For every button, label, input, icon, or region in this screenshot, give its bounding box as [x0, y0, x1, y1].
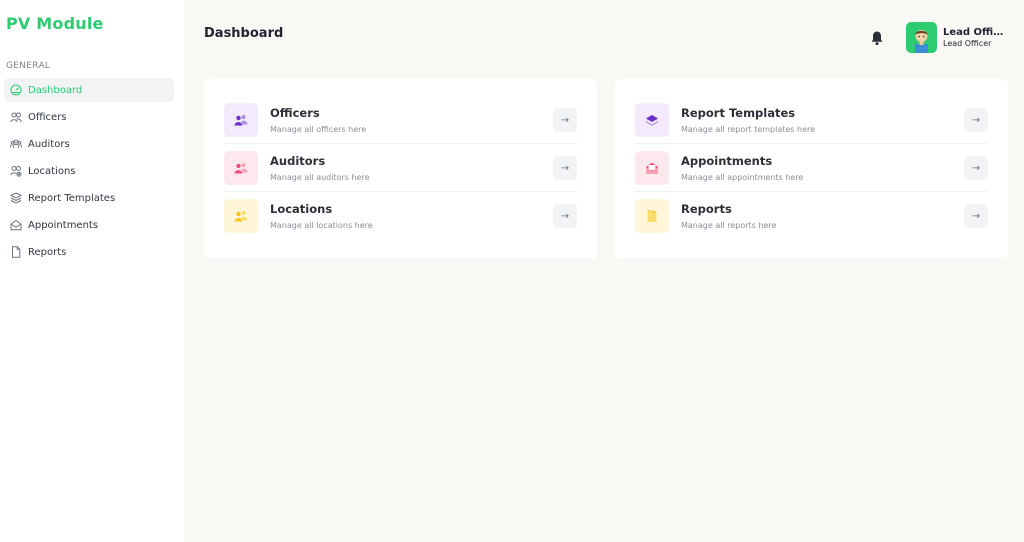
- sidebar-item-label: Auditors: [28, 138, 70, 150]
- sidebar-item-label: Dashboard: [28, 84, 83, 96]
- gauge-icon: [9, 84, 22, 97]
- row-text: Appointments Manage all appointments her…: [681, 154, 964, 182]
- officers-row[interactable]: Officers Manage all officers here →: [224, 96, 577, 144]
- user-menu[interactable]: Lead Offic... Lead Officer: [906, 22, 1005, 53]
- open-auditors-button[interactable]: →: [553, 156, 577, 180]
- row-text: Report Templates Manage all report templ…: [681, 106, 964, 134]
- sidebar: PV Module GENERAL Dashboard Officers Aud…: [0, 0, 184, 542]
- user-info: Lead Offic... Lead Officer: [943, 27, 1005, 48]
- row-text: Officers Manage all officers here: [270, 106, 553, 134]
- reports-row[interactable]: Reports Manage all reports here →: [635, 192, 988, 240]
- sidebar-item-label: Reports: [28, 246, 67, 258]
- sidebar-item-auditors[interactable]: Auditors: [4, 132, 174, 156]
- row-text: Locations Manage all locations here: [270, 202, 553, 230]
- row-subtitle: Manage all officers here: [270, 125, 367, 134]
- user-location-icon: [9, 165, 22, 178]
- appointments-tile: [635, 151, 669, 185]
- management-card-left: Officers Manage all officers here → Audi…: [204, 79, 597, 259]
- row-subtitle: Manage all report templates here: [681, 125, 816, 134]
- row-text: Reports Manage all reports here: [681, 202, 964, 230]
- sidebar-item-label: Officers: [28, 111, 67, 123]
- row-title: Auditors: [270, 154, 326, 168]
- report-templates-tile: [635, 103, 669, 137]
- row-subtitle: Manage all appointments here: [681, 173, 804, 182]
- row-subtitle: Manage all reports here: [681, 221, 777, 230]
- brand-logo[interactable]: PV Module: [6, 14, 104, 33]
- row-title: Appointments: [681, 154, 773, 168]
- officers-tile: [224, 103, 258, 137]
- notification-bell-icon[interactable]: [870, 30, 884, 46]
- locations-row[interactable]: Locations Manage all locations here →: [224, 192, 577, 240]
- sidebar-item-label: Report Templates: [28, 192, 116, 204]
- open-appointments-button[interactable]: →: [964, 156, 988, 180]
- row-title: Officers: [270, 106, 320, 120]
- row-title: Locations: [270, 202, 333, 216]
- row-subtitle: Manage all auditors here: [270, 173, 370, 182]
- row-title: Reports: [681, 202, 732, 216]
- nav-section-label: GENERAL: [6, 61, 51, 71]
- row-text: Auditors Manage all auditors here: [270, 154, 553, 182]
- sidebar-item-appointments[interactable]: Appointments: [4, 213, 174, 237]
- open-officers-button[interactable]: →: [553, 108, 577, 132]
- people-icon: [234, 115, 248, 126]
- open-report-templates-button[interactable]: →: [964, 108, 988, 132]
- sidebar-item-locations[interactable]: Locations: [4, 159, 174, 183]
- sidebar-item-report-templates[interactable]: Report Templates: [4, 186, 174, 210]
- report-templates-row[interactable]: Report Templates Manage all report templ…: [635, 96, 988, 144]
- locations-tile: [224, 199, 258, 233]
- arrow-right-icon: →: [971, 114, 981, 126]
- management-card-right: Report Templates Manage all report templ…: [615, 79, 1008, 259]
- arrow-right-icon: →: [971, 210, 981, 222]
- appointments-row[interactable]: Appointments Manage all appointments her…: [635, 144, 988, 192]
- sidebar-item-officers[interactable]: Officers: [4, 105, 174, 129]
- open-reports-button[interactable]: →: [964, 204, 988, 228]
- group-icon: [9, 138, 22, 151]
- arrow-right-icon: →: [560, 162, 570, 174]
- auditors-row[interactable]: Auditors Manage all auditors here →: [224, 144, 577, 192]
- layers-icon: [9, 192, 22, 205]
- reports-tile: [635, 199, 669, 233]
- user-name: Lead Offic...: [943, 27, 1005, 39]
- envelope-open-icon: [9, 219, 22, 232]
- sidebar-item-label: Appointments: [28, 219, 99, 231]
- sidebar-item-label: Locations: [28, 165, 76, 177]
- page-title: Dashboard: [204, 26, 284, 41]
- people-icon: [234, 163, 248, 174]
- envelope-open-icon: [646, 162, 658, 174]
- layers-icon: [646, 115, 658, 126]
- sidebar-nav: Dashboard Officers Auditors Locations Re…: [4, 78, 174, 267]
- sidebar-item-reports[interactable]: Reports: [4, 240, 174, 264]
- arrow-right-icon: →: [971, 162, 981, 174]
- auditors-tile: [224, 151, 258, 185]
- row-subtitle: Manage all locations here: [270, 221, 373, 230]
- document-icon: [647, 210, 657, 222]
- avatar: [906, 22, 937, 53]
- user-role: Lead Officer: [943, 38, 992, 48]
- file-icon: [9, 246, 22, 259]
- top-header: Dashboard Lead Offic... Lead Officer: [184, 0, 1024, 70]
- arrow-right-icon: →: [560, 210, 570, 222]
- users-icon: [9, 111, 22, 124]
- people-icon: [234, 211, 248, 222]
- row-title: Report Templates: [681, 106, 796, 120]
- sidebar-item-dashboard[interactable]: Dashboard: [4, 78, 174, 102]
- arrow-right-icon: →: [560, 114, 570, 126]
- open-locations-button[interactable]: →: [553, 204, 577, 228]
